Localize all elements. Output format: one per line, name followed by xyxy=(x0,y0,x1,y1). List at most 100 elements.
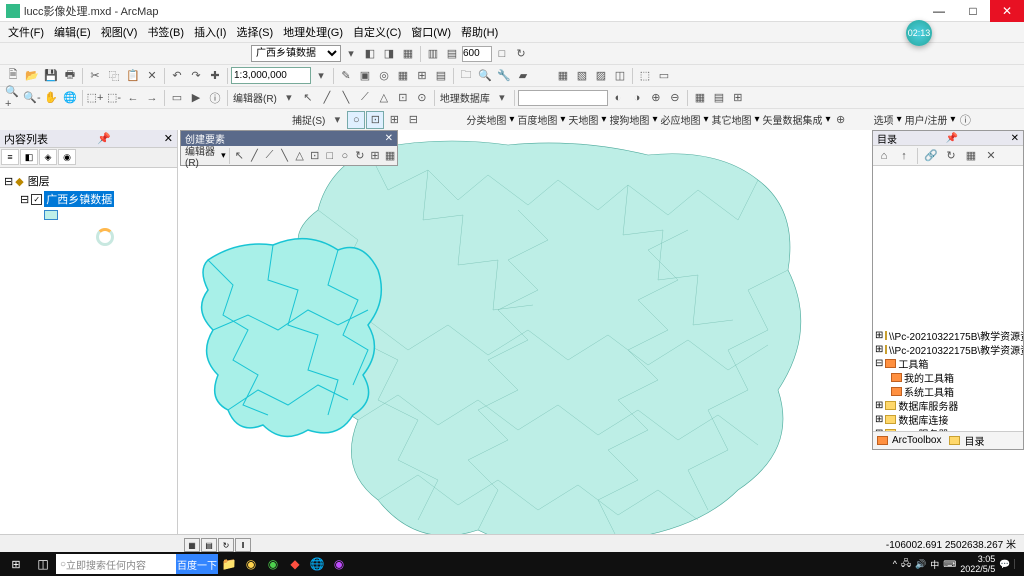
tool-icon[interactable]: ⊕ xyxy=(647,89,665,107)
dropdown-icon[interactable]: ▾ xyxy=(328,111,346,129)
catalog-toggle-icon[interactable]: ▦ xyxy=(962,147,980,165)
baidu-button[interactable]: 百度一下 xyxy=(176,554,218,574)
tool-icon[interactable]: ▦ xyxy=(399,45,417,63)
tool-icon[interactable]: ⊞ xyxy=(729,89,747,107)
menu-geoprocessing[interactable]: 地理处理(G) xyxy=(279,22,347,42)
tray-ime[interactable]: 中 xyxy=(930,558,939,571)
toc-pin-icon[interactable]: 📌 xyxy=(97,132,111,145)
editor-label[interactable]: 编辑器(R) xyxy=(231,90,279,105)
tray-sound-icon[interactable]: 🔊 xyxy=(915,559,926,570)
taskbar-clock[interactable]: 3:05 2022/5/5 xyxy=(960,554,995,574)
menu-view[interactable]: 视图(V) xyxy=(97,22,142,42)
close-button[interactable]: ✕ xyxy=(990,0,1024,22)
panel-menu[interactable]: 编辑器(R) xyxy=(183,143,220,169)
start-button[interactable]: ⊞ xyxy=(0,552,32,576)
toc-root[interactable]: 图层 xyxy=(26,173,52,189)
undo-icon[interactable]: ↶ xyxy=(168,67,186,85)
tool-icon[interactable]: ◑ xyxy=(628,89,646,107)
toc-tab-visibility[interactable]: ◈ xyxy=(39,149,57,165)
tray-net-icon[interactable]: 🖧 xyxy=(901,556,911,572)
zoom-out-icon[interactable]: 🔍- xyxy=(23,89,41,107)
dropdown-icon[interactable]: ▾ xyxy=(280,89,298,107)
pause-view-tab[interactable]: ‖ xyxy=(235,538,251,552)
catalog-home-icon[interactable]: ⌂ xyxy=(875,147,893,165)
layer-combo[interactable]: 广西乡镇数据 xyxy=(251,45,341,62)
refresh-icon[interactable]: ↻ xyxy=(512,45,530,63)
fixed-zoom-out-icon[interactable]: ⬚- xyxy=(105,89,123,107)
scale-input[interactable] xyxy=(231,67,311,84)
menu-insert[interactable]: 插入(I) xyxy=(190,22,230,42)
tool-icon[interactable]: ▨ xyxy=(592,67,610,85)
back-icon[interactable]: ← xyxy=(124,89,142,107)
toc-tab-source[interactable]: ◧ xyxy=(20,149,38,165)
edit-tool-icon[interactable]: ╲ xyxy=(337,89,355,107)
tool-icon[interactable]: ▭ xyxy=(655,67,673,85)
catalog-delete-icon[interactable]: ✕ xyxy=(982,147,1000,165)
tool-icon[interactable]: ⊕ xyxy=(832,111,850,129)
edit-tool-icon[interactable]: △ xyxy=(293,147,307,165)
panel-close-icon[interactable]: ✕ xyxy=(385,133,393,144)
basemap-tab[interactable]: 必应地图 xyxy=(658,112,702,127)
catalog-close-icon[interactable]: ✕ xyxy=(1011,133,1019,144)
notifications-icon[interactable]: 💬 xyxy=(999,559,1010,570)
basemap-tab[interactable]: 天地图 xyxy=(566,112,600,127)
tool-icon[interactable]: ◨ xyxy=(380,45,398,63)
catalog-item[interactable]: 工具箱 xyxy=(898,356,928,371)
tray-keyboard-icon[interactable]: ⌨ xyxy=(943,559,956,570)
tool-icon[interactable]: ◫ xyxy=(611,67,629,85)
open-icon[interactable]: 📂 xyxy=(23,67,41,85)
edit-tool-icon[interactable]: ⊡ xyxy=(308,147,322,165)
edit-tool-icon[interactable]: △ xyxy=(375,89,393,107)
toc-close-icon[interactable]: ✕ xyxy=(164,132,173,145)
tool-icon[interactable]: ▾ xyxy=(342,45,360,63)
tool-icon[interactable]: ◎ xyxy=(375,67,393,85)
dropdown-icon[interactable]: ▾ xyxy=(312,67,330,85)
basemap-tab[interactable]: 矢量数据集成 xyxy=(761,112,825,127)
geodb-label[interactable]: 地理数据库 xyxy=(438,90,492,105)
toc-tab-selection[interactable]: ◉ xyxy=(58,149,76,165)
toolbox-icon[interactable]: 🔧 xyxy=(495,67,513,85)
pointer-icon[interactable]: ▶ xyxy=(187,89,205,107)
catalog-item[interactable]: 数据库服务器 xyxy=(898,398,958,413)
forward-icon[interactable]: → xyxy=(143,89,161,107)
num-input[interactable] xyxy=(462,46,492,62)
save-icon[interactable]: 💾 xyxy=(42,67,60,85)
tool-icon[interactable]: ▤ xyxy=(710,89,728,107)
data-view-tab[interactable]: ▦ xyxy=(184,538,200,552)
catalog-refresh-icon[interactable]: ↻ xyxy=(942,147,960,165)
toc-layer[interactable]: 广西乡镇数据 xyxy=(44,191,114,207)
menu-select[interactable]: 选择(S) xyxy=(232,22,277,42)
tool-icon[interactable]: □ xyxy=(493,45,511,63)
pan-icon[interactable]: ✋ xyxy=(42,89,60,107)
new-icon[interactable]: 🗎 xyxy=(4,67,22,85)
catalog-tab-catalog[interactable]: 目录 xyxy=(964,433,984,448)
delete-icon[interactable]: ✕ xyxy=(143,67,161,85)
copy-icon[interactable]: ⿻ xyxy=(105,67,123,85)
edit-tool-icon[interactable]: ╲ xyxy=(278,147,292,165)
find-input[interactable] xyxy=(518,90,608,106)
menu-file[interactable]: 文件(F) xyxy=(4,22,48,42)
app-icon[interactable]: ◉ xyxy=(328,553,350,575)
catalog-item[interactable]: 数据库连接 xyxy=(898,412,948,427)
catalog-item[interactable]: 系统工具箱 xyxy=(904,384,954,399)
menu-window[interactable]: 窗口(W) xyxy=(407,22,455,42)
fixed-zoom-in-icon[interactable]: ⬚+ xyxy=(86,89,104,107)
snap-vertex-icon[interactable]: ⊞ xyxy=(385,111,403,129)
tool-icon[interactable]: ⬚ xyxy=(636,67,654,85)
layer-symbol[interactable] xyxy=(44,210,58,220)
edit-tool-icon[interactable]: ↖ xyxy=(299,89,317,107)
edit-tool-icon[interactable]: ⟋ xyxy=(262,147,276,165)
taskview-icon[interactable]: ◫ xyxy=(32,553,54,575)
maximize-button[interactable]: □ xyxy=(956,0,990,22)
edit-tool-icon[interactable]: ○ xyxy=(338,147,352,165)
edit-tool-icon[interactable]: ↖ xyxy=(232,147,246,165)
dropdown-icon[interactable]: ▾ xyxy=(493,89,511,107)
editor-toolbar-icon[interactable]: ✎ xyxy=(337,67,355,85)
add-data-icon[interactable]: ✚ xyxy=(206,67,224,85)
taskbar-search[interactable]: ○ 立即搜索任何内容 xyxy=(56,554,176,574)
zoom-in-icon[interactable]: 🔍+ xyxy=(4,89,22,107)
catalog-tab-toolbox[interactable]: ArcToolbox xyxy=(892,435,941,446)
wechat-icon[interactable]: ◉ xyxy=(262,553,284,575)
tool-icon[interactable]: ▦ xyxy=(394,67,412,85)
tool-icon[interactable]: ▤ xyxy=(432,67,450,85)
